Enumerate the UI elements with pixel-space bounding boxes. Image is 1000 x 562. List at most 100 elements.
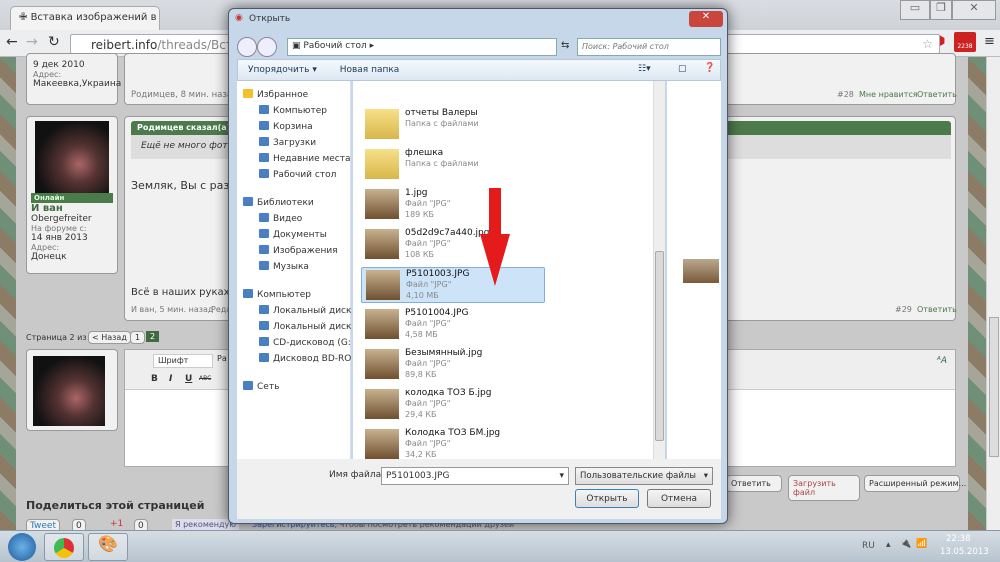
location-icon (259, 305, 269, 314)
post-meta: Родимцев, 8 мин. назад (131, 90, 238, 100)
file-size: 29,4 КБ (405, 410, 437, 419)
preview-pane-icon[interactable]: ▢ (678, 64, 687, 74)
reply-link[interactable]: Ответить (917, 90, 957, 99)
strike-button[interactable]: ABC (199, 375, 211, 382)
scroll-thumb[interactable] (655, 251, 664, 441)
help-icon[interactable]: ❓ (704, 63, 715, 73)
power-icon[interactable]: 🔌 (900, 539, 911, 549)
filename-input[interactable]: P5101003.JPG ▾ (381, 467, 569, 485)
clock-date[interactable]: 13.05.2013 (940, 547, 989, 557)
view-options-icon[interactable]: ☷▾ (638, 64, 651, 74)
folder-icon (365, 109, 399, 139)
pager-prev[interactable]: < Назад (88, 331, 131, 344)
pager-label: Страница 2 из 2 (26, 333, 95, 342)
minimize-button[interactable]: ▭ (900, 0, 930, 20)
start-button[interactable] (8, 533, 36, 561)
nav-item[interactable]: Корзина (259, 121, 351, 132)
location-icon (259, 245, 269, 254)
underline-button[interactable]: U (185, 374, 192, 384)
pager-page-2[interactable]: 2 (146, 331, 160, 342)
nav-item[interactable]: CD-дисковод (G:) (259, 337, 351, 348)
extension-badge[interactable]: 2238 (954, 32, 976, 52)
nav-item[interactable]: Дисковод BD-ROM (259, 353, 351, 364)
folder-item[interactable]: флешка Папка с файлами (361, 147, 545, 183)
language-indicator[interactable]: RU (862, 541, 875, 551)
file-list-scrollbar[interactable] (653, 81, 665, 459)
username[interactable]: И ван (31, 203, 113, 214)
reply-button[interactable]: Ответить (726, 475, 782, 492)
upload-file-button[interactable]: Загрузить файл (788, 475, 860, 501)
like-link[interactable]: Мне нравится (859, 90, 918, 99)
dialog-close-button[interactable]: ✕ (689, 11, 723, 27)
nav-item[interactable]: Изображения (259, 245, 351, 256)
image-thumbnail (365, 349, 399, 379)
reload-icon[interactable]: ↻ (48, 34, 60, 50)
paint-icon: 🎨 (98, 534, 118, 553)
pager-page-1[interactable]: 1 (130, 331, 146, 344)
post-number[interactable]: #28 (837, 90, 854, 99)
file-name: Колодка ТОЗ БМ.jpg (405, 428, 501, 438)
open-button[interactable]: Открыть (575, 489, 639, 508)
bookmark-star-icon[interactable]: ☆ (922, 37, 933, 51)
file-item[interactable]: колодка ТОЗ Б.jpg Файл "JPG" 29,4 КБ (361, 387, 545, 423)
file-item[interactable]: Безымянный.jpg Файл "JPG" 89,8 КБ (361, 347, 545, 383)
file-item[interactable]: 1.jpg Файл "JPG" 189 КБ (361, 187, 545, 223)
reply-avatar-card (26, 349, 118, 431)
image-thumbnail (365, 309, 399, 339)
maximize-button[interactable]: ❐ (930, 0, 952, 20)
share-title: Поделиться этой страницей (26, 499, 205, 512)
image-thumbnail (365, 429, 399, 459)
nav-item[interactable]: Локальный диск (D (259, 321, 351, 332)
folder-item[interactable]: отчеты Валеры Папка с файлами (361, 107, 545, 143)
nav-item-label: CD-дисковод (G:) (273, 338, 351, 348)
gplus-button[interactable]: +1 (110, 519, 123, 529)
path-bar[interactable]: ▣ Рабочий стол ▸ (287, 38, 557, 56)
text-size-icon[interactable]: ᴬA (937, 356, 947, 366)
post-number[interactable]: #29 (895, 305, 912, 314)
tray-expand-icon[interactable]: ▴ (886, 540, 891, 550)
reply-link[interactable]: Ответить (917, 305, 957, 314)
taskbar-chrome[interactable] (44, 533, 84, 561)
avatar[interactable] (35, 121, 109, 193)
forward-button[interactable] (257, 37, 277, 57)
page-scrollbar[interactable] (986, 57, 1000, 530)
clock-time[interactable]: 22:38 (946, 534, 971, 544)
back-button[interactable] (237, 37, 257, 57)
nav-item[interactable]: Видео (259, 213, 351, 224)
menu-icon[interactable]: ≡ (984, 34, 995, 49)
italic-button[interactable]: I (169, 374, 172, 384)
taskbar-paint[interactable]: 🎨 (88, 533, 128, 561)
nav-item[interactable]: Библиотеки (243, 197, 335, 208)
font-select[interactable]: Шрифт (153, 354, 213, 368)
close-window-button[interactable]: ✕ (952, 0, 996, 20)
nav-item[interactable]: Недавние места (259, 153, 351, 164)
browser-tab[interactable]: ✙ Вставка изображений в с ✕ (10, 6, 160, 30)
nav-item[interactable]: Документы (259, 229, 351, 240)
network-icon[interactable]: 📶 (916, 539, 927, 549)
file-item[interactable]: P5101003.JPG Файл "JPG" 4,10 МБ (361, 267, 545, 303)
nav-item[interactable]: Сеть (243, 381, 335, 392)
nav-item[interactable]: Локальный диск (C (259, 305, 351, 316)
file-item[interactable]: Колодка ТОЗ БМ.jpg Файл "JPG" 34,2 КБ (361, 427, 545, 463)
file-name: 1.jpg (405, 188, 428, 198)
search-input[interactable]: Поиск: Рабочий стол (577, 38, 721, 56)
nav-item[interactable]: Избранное (243, 89, 335, 100)
refresh-icon[interactable]: ⇆ (561, 40, 569, 51)
organize-button[interactable]: Упорядочить (248, 65, 309, 75)
size-select[interactable]: Ра (217, 354, 227, 363)
nav-item[interactable]: Музыка (259, 261, 351, 272)
cancel-button[interactable]: Отмена (647, 489, 711, 508)
nav-item[interactable]: Компьютер (259, 105, 351, 116)
nav-item[interactable]: Рабочий стол (259, 169, 351, 180)
file-type-select[interactable]: Пользовательские файлы ▾ (575, 467, 713, 485)
forward-icon[interactable]: → (26, 34, 38, 50)
location-icon (259, 353, 269, 362)
advanced-mode-button[interactable]: Расширенный режим... (864, 475, 966, 492)
bold-button[interactable]: B (151, 374, 158, 384)
back-icon[interactable]: ← (6, 34, 18, 50)
nav-item[interactable]: Загрузки (259, 137, 351, 148)
nav-item[interactable]: Компьютер (243, 289, 335, 300)
new-folder-button[interactable]: Новая папка (340, 65, 400, 75)
file-item[interactable]: 05d2d9c7a440.jpg Файл "JPG" 108 КБ (361, 227, 545, 263)
file-item[interactable]: P5101004.JPG Файл "JPG" 4,58 МБ (361, 307, 545, 343)
